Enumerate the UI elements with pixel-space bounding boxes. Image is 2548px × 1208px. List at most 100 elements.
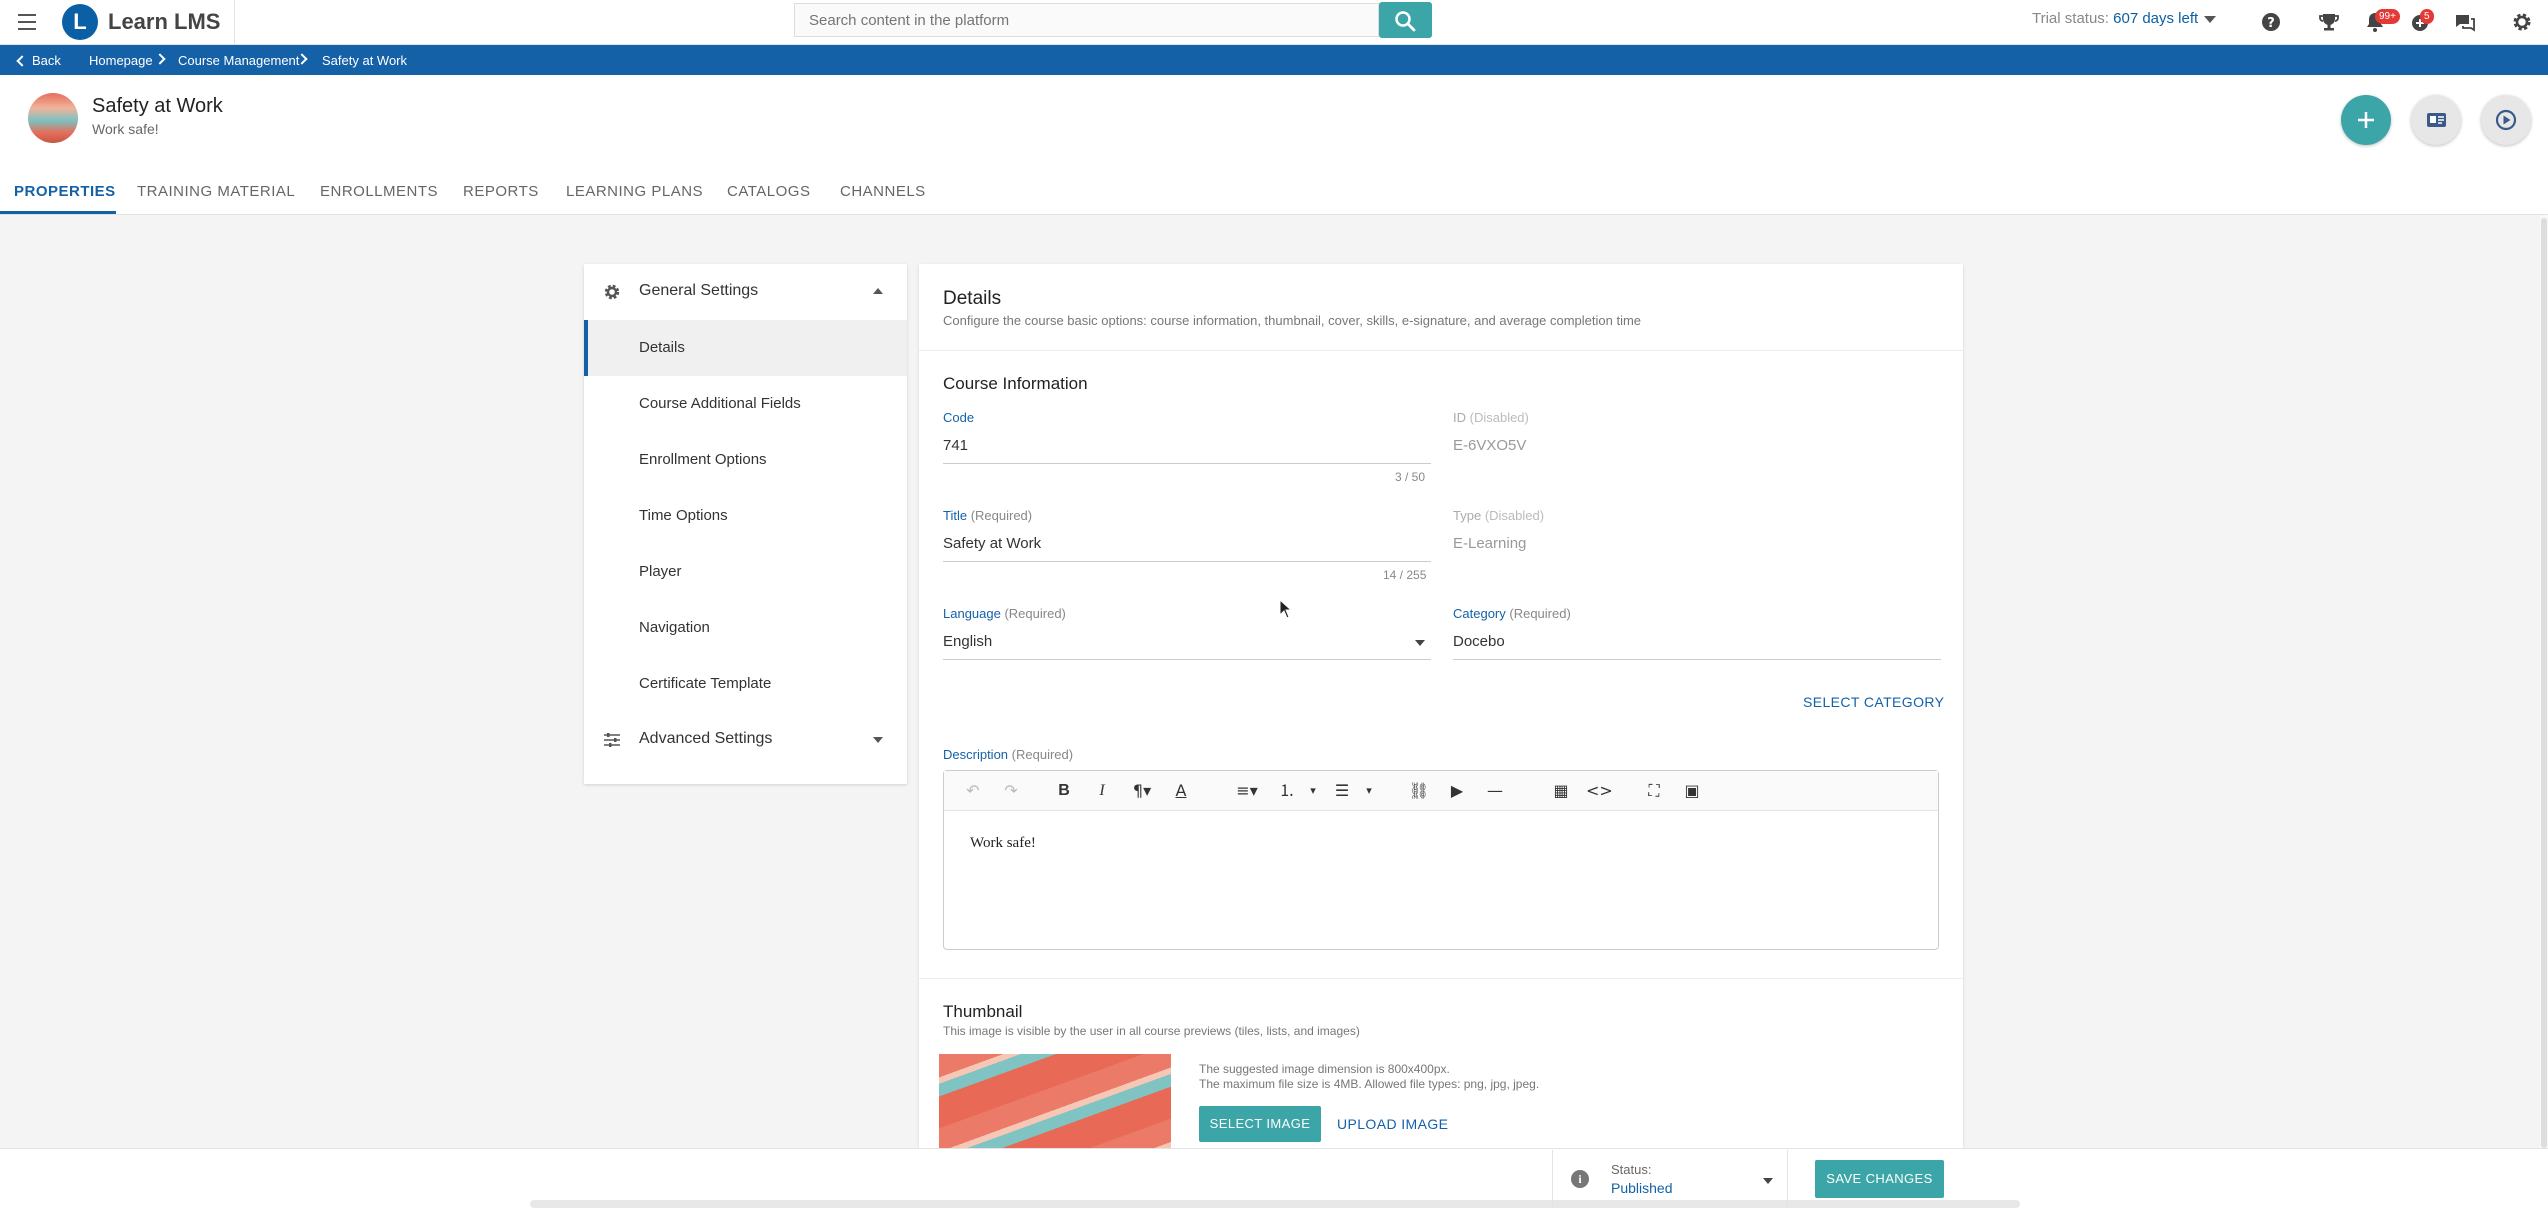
mouse-cursor-icon <box>1279 599 1293 619</box>
logo-icon[interactable]: L <box>62 4 98 40</box>
horizontal-line-icon[interactable]: — <box>1482 781 1508 801</box>
code-label: Code <box>943 410 974 425</box>
redo-icon[interactable]: ↷ <box>998 781 1024 801</box>
scrollbar-thumb[interactable] <box>2541 218 2547 1148</box>
sidebar-item-label: Time Options <box>639 507 728 524</box>
plus-icon <box>2358 112 2374 128</box>
chevron-down-icon[interactable]: ▾ <box>1356 781 1382 801</box>
editor-toolbar: ↶ ↷ B I ¶▾ A ≡▾ ⒈ ▾ ☰ ▾ ⛓ ▶ — ▦ <> ⛶ ▣ <box>944 771 1938 811</box>
code-label-text: Code <box>943 410 975 425</box>
chevron-down-icon <box>2204 15 2217 23</box>
messages-icon[interactable] <box>2452 9 2478 35</box>
thumbnail-hint-size: The maximum file size is 4MB. Allowed fi… <box>1199 1077 1540 1091</box>
chevron-down-icon[interactable] <box>1415 640 1425 646</box>
sidebar-item-label: Certificate Template <box>639 675 772 692</box>
sidebar-item-details[interactable]: Details <box>584 320 907 376</box>
breadcrumb: Back Homepage Course Management Safety a… <box>0 45 2548 75</box>
sidebar-item-label: Player <box>639 563 682 580</box>
select-category-button[interactable]: SELECT CATEGORY <box>1803 694 1944 710</box>
course-header: Safety at Work Work safe! PROPERTIES TRA… <box>0 75 2548 215</box>
settings-icon[interactable] <box>2509 9 2535 35</box>
title-field[interactable]: Safety at Work <box>943 535 1041 552</box>
language-label-text: Language <box>943 606 1001 621</box>
tab-channels[interactable]: CHANNELS <box>840 183 926 200</box>
description-content[interactable]: Work safe! <box>970 835 1036 852</box>
undo-icon[interactable]: ↶ <box>960 781 986 801</box>
category-value: Docebo <box>1453 633 1505 650</box>
general-settings-header[interactable]: General Settings <box>584 264 907 320</box>
code-view-icon[interactable]: <> <box>1586 781 1613 801</box>
sidebar-item-label: Navigation <box>639 619 710 636</box>
sidebar-item-label: Enrollment Options <box>639 451 767 468</box>
upload-image-button[interactable]: UPLOAD IMAGE <box>1337 1116 1448 1132</box>
search-button[interactable] <box>1379 2 1432 38</box>
category-label-hint: (Required) <box>1509 606 1571 621</box>
breadcrumb-homepage[interactable]: Homepage <box>89 53 153 68</box>
title-label-hint: (Required) <box>970 508 1033 523</box>
id-label: ID (Disabled) <box>1453 410 1529 425</box>
divider <box>919 350 1963 351</box>
tab-properties[interactable]: PROPERTIES <box>14 183 116 200</box>
menu-icon[interactable] <box>14 9 42 35</box>
table-icon[interactable]: ▦ <box>1548 781 1574 801</box>
tab-learning-plans[interactable]: LEARNING PLANS <box>566 183 703 200</box>
chevron-right-icon <box>154 53 166 65</box>
description-editor[interactable]: ↶ ↷ B I ¶▾ A ≡▾ ⒈ ▾ ☰ ▾ ⛓ ▶ — ▦ <> ⛶ ▣ W… <box>943 770 1939 950</box>
language-select[interactable]: English <box>943 633 992 650</box>
sidebar-item-player[interactable]: Player <box>584 544 907 600</box>
italic-icon[interactable]: I <box>1089 781 1115 801</box>
link-icon[interactable]: ⛓ <box>1406 781 1432 801</box>
align-icon[interactable]: ≡▾ <box>1234 781 1260 801</box>
status-selector[interactable]: i Status: Published <box>1552 1150 1788 1208</box>
trial-status[interactable]: Trial status: 607 days left <box>2032 10 2217 27</box>
settings-sidebar: General Settings Details Course Addition… <box>584 264 907 784</box>
advanced-settings-header[interactable]: Advanced Settings <box>584 712 907 768</box>
code-field[interactable]: 741 <box>943 437 968 454</box>
gear-icon <box>604 284 620 300</box>
sidebar-item-enrollment-options[interactable]: Enrollment Options <box>584 432 907 488</box>
tab-training-material[interactable]: TRAINING MATERIAL <box>137 183 295 200</box>
select-image-button[interactable]: SELECT IMAGE <box>1199 1106 1321 1142</box>
title-underline <box>943 561 1431 562</box>
sidebar-item-navigation[interactable]: Navigation <box>584 600 907 656</box>
chevron-left-icon[interactable] <box>16 55 28 67</box>
course-catalog-button[interactable] <box>2411 95 2461 145</box>
breadcrumb-course-management[interactable]: Course Management <box>178 53 299 68</box>
category-underline <box>1453 659 1941 660</box>
app-name[interactable]: Learn LMS <box>108 9 220 35</box>
thumbnail-hint-dimension: The suggested image dimension is 800x400… <box>1199 1062 1450 1076</box>
text-color-icon[interactable]: A <box>1168 781 1194 801</box>
help-icon[interactable]: ? <box>2258 9 2284 35</box>
video-icon[interactable]: ▶ <box>1444 781 1470 801</box>
tab-reports[interactable]: REPORTS <box>463 183 539 200</box>
sidebar-item-certificate-template[interactable]: Certificate Template <box>584 656 907 712</box>
image-icon[interactable]: ▣ <box>1679 781 1705 801</box>
bold-icon[interactable]: B <box>1051 781 1077 801</box>
sidebar-item-time-options[interactable]: Time Options <box>584 488 907 544</box>
details-card: Details Configure the course basic optio… <box>919 264 1963 1148</box>
paragraph-format-icon[interactable]: ¶▾ <box>1129 781 1155 801</box>
gamification-icon[interactable]: 5 <box>2407 9 2434 35</box>
search-input[interactable] <box>794 3 1379 37</box>
info-icon[interactable]: i <box>1571 1170 1589 1188</box>
back-link[interactable]: Back <box>32 53 61 68</box>
code-underline <box>943 463 1431 464</box>
chevron-down-icon[interactable]: ▾ <box>1300 781 1326 801</box>
sidebar-item-course-additional-fields[interactable]: Course Additional Fields <box>584 376 907 432</box>
save-changes-button[interactable]: SAVE CHANGES <box>1815 1160 1944 1198</box>
thumbnail-subtitle: This image is visible by the user in all… <box>943 1024 1360 1038</box>
notifications-icon[interactable]: 99+ <box>2362 9 2400 35</box>
fullscreen-icon[interactable]: ⛶ <box>1641 781 1667 801</box>
status-label: Status: <box>1611 1162 1652 1177</box>
status-value: Published <box>1611 1180 1673 1196</box>
ordered-list-icon[interactable]: ⒈ <box>1274 781 1300 801</box>
unordered-list-icon[interactable]: ☰ <box>1329 781 1355 801</box>
play-course-button[interactable] <box>2481 95 2531 145</box>
id-label-text: ID <box>1453 410 1466 425</box>
tab-enrollments[interactable]: ENROLLMENTS <box>320 183 438 200</box>
id-label-hint: (Disabled) <box>1469 410 1529 425</box>
course-thumbnail-avatar <box>28 93 78 143</box>
tab-catalogs[interactable]: CATALOGS <box>727 183 810 200</box>
add-button[interactable] <box>2341 95 2391 145</box>
trophy-icon[interactable] <box>2316 9 2342 35</box>
